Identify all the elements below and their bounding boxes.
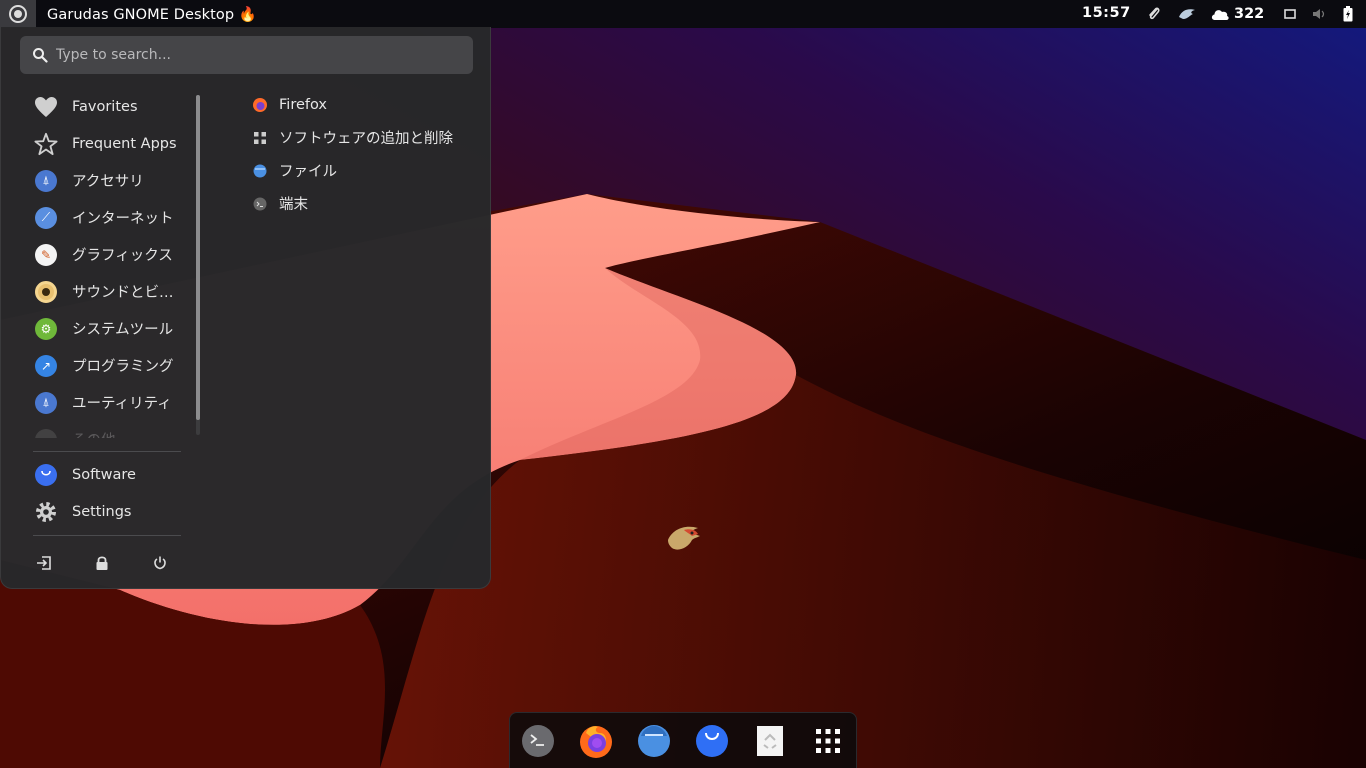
category-label: グラフィックス — [72, 248, 173, 264]
search-box[interactable] — [20, 36, 473, 74]
internet-icon: ⟋ — [34, 206, 58, 230]
separator — [33, 451, 181, 452]
firefox-icon — [580, 726, 612, 758]
category-label: プログラミング — [72, 359, 174, 375]
category-accessories[interactable]: ⍋ アクセサリ — [26, 162, 196, 199]
graphics-icon: ✎ — [34, 243, 58, 267]
app-menu-title[interactable]: Garudas GNOME Desktop 🔥 — [47, 6, 257, 23]
files-icon — [638, 725, 670, 757]
category-internet[interactable]: ⟋ インターネット — [26, 199, 196, 236]
dock-firefox[interactable] — [578, 723, 614, 759]
software-shortcut[interactable]: Software — [26, 456, 196, 493]
app-files[interactable]: ファイル — [249, 154, 479, 187]
grid-icon — [251, 129, 269, 147]
category-favorites[interactable]: Favorites — [26, 88, 196, 125]
garuda-eagle-icon — [668, 526, 700, 550]
app-label: ソフトウェアの追加と削除 — [279, 131, 453, 147]
star-icon — [34, 132, 58, 156]
files-icon — [251, 162, 269, 180]
firefox-icon — [251, 96, 269, 114]
weather-icon[interactable] — [1209, 4, 1231, 24]
sound-video-icon — [34, 280, 58, 304]
software-icon — [696, 725, 728, 757]
clock[interactable]: 15:57 — [1082, 5, 1131, 21]
category-frequent-apps[interactable]: Frequent Apps — [26, 125, 196, 162]
activities-button[interactable] — [0, 0, 36, 28]
application-menu: Favorites Frequent Apps ⍋ アクセサリ ⟋ インターネッ… — [0, 27, 491, 589]
dock-files[interactable] — [636, 723, 672, 759]
terminal-icon — [522, 725, 554, 757]
show-apps-button[interactable] — [810, 723, 846, 759]
app-software[interactable]: ソフトウェアの追加と削除 — [249, 121, 479, 154]
trash-icon — [757, 726, 783, 756]
category-label: サウンドとビ… — [72, 285, 174, 301]
software-icon — [34, 463, 58, 487]
category-label: ユーティリティ — [72, 396, 172, 412]
volume-icon[interactable] — [1311, 4, 1327, 24]
garuda-icon[interactable] — [1176, 4, 1198, 24]
accessories-icon: ⍋ — [34, 169, 58, 193]
app-label: Firefox — [279, 96, 327, 113]
settings-label: Settings — [72, 503, 132, 520]
dock-terminal[interactable] — [520, 723, 556, 759]
category-programming[interactable]: ↗ プログラミング — [26, 347, 196, 384]
category-list: Favorites Frequent Apps ⍋ アクセサリ ⟋ インターネッ… — [26, 88, 196, 438]
settings-shortcut[interactable]: Settings — [26, 493, 196, 530]
weather-temperature[interactable]: 322 — [1234, 6, 1264, 22]
dock-trash[interactable] — [752, 723, 788, 759]
category-label: その他 — [72, 429, 116, 438]
app-terminal[interactable]: 端末 — [249, 187, 479, 220]
lock-icon[interactable] — [87, 551, 117, 575]
category-scrollbar[interactable] — [196, 95, 200, 420]
heart-icon — [34, 95, 58, 119]
category-other[interactable]: その他 — [26, 421, 196, 438]
search-icon — [32, 47, 48, 63]
utilities-icon: ⍋ — [34, 391, 58, 415]
programming-icon: ↗ — [34, 354, 58, 378]
dock-software[interactable] — [694, 723, 730, 759]
category-utilities[interactable]: ⍋ ユーティリティ — [26, 384, 196, 421]
category-label: Favorites — [72, 98, 138, 115]
other-icon — [34, 428, 58, 438]
separator — [33, 535, 181, 536]
app-firefox[interactable]: Firefox — [249, 88, 479, 121]
top-bar: Garudas GNOME Desktop 🔥 15:57 322 — [0, 0, 1366, 28]
software-label: Software — [72, 466, 136, 483]
category-graphics[interactable]: ✎ グラフィックス — [26, 236, 196, 273]
category-label: システムツール — [72, 322, 174, 338]
dock — [509, 712, 857, 768]
category-label: Frequent Apps — [72, 135, 177, 152]
category-label: アクセサリ — [72, 174, 144, 190]
category-system-tools[interactable]: ⚙ システムツール — [26, 310, 196, 347]
search-input[interactable] — [56, 47, 456, 63]
battery-icon[interactable] — [1341, 4, 1355, 24]
category-label: インターネット — [72, 211, 174, 227]
app-label: ファイル — [279, 164, 337, 180]
gear-icon — [34, 500, 58, 524]
terminal-icon — [251, 195, 269, 213]
screen-icon[interactable] — [1282, 4, 1298, 24]
paperclip-icon[interactable] — [1145, 4, 1163, 24]
activities-icon — [9, 5, 27, 23]
power-icon[interactable] — [145, 551, 175, 575]
system-tools-icon: ⚙ — [34, 317, 58, 341]
logout-icon[interactable] — [29, 551, 59, 575]
category-sound-video[interactable]: サウンドとビ… — [26, 273, 196, 310]
show-apps-icon — [816, 729, 840, 753]
app-label: 端末 — [279, 197, 308, 213]
